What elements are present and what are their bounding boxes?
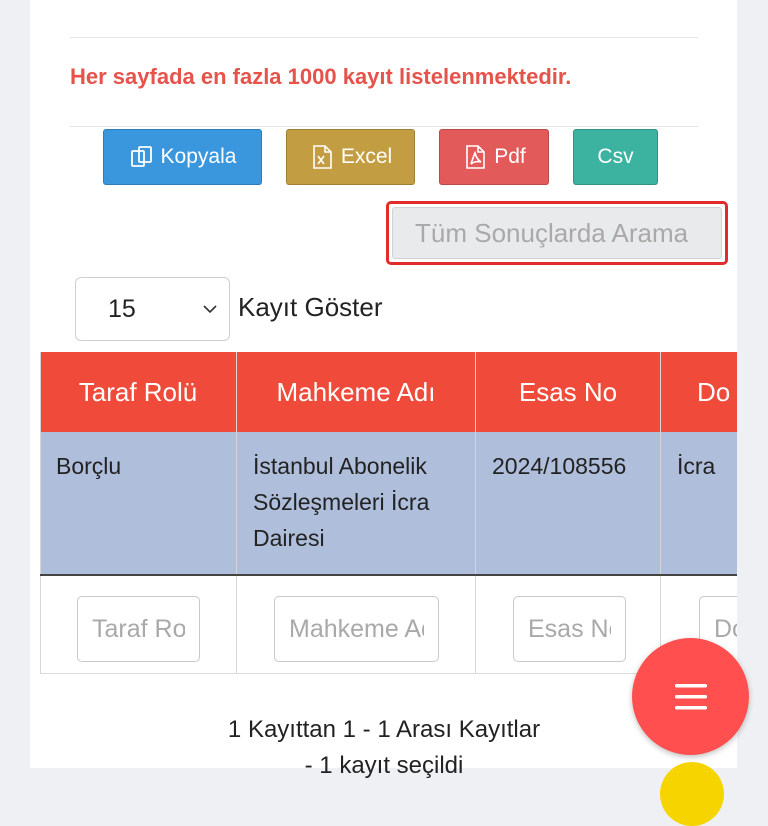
copy-icon: [130, 146, 152, 167]
search-box-highlight: [386, 201, 728, 265]
filter-cell: [40, 576, 236, 674]
csv-button[interactable]: Csv: [573, 129, 658, 185]
menu-icon: [674, 683, 707, 709]
search-input[interactable]: [392, 207, 722, 259]
chevron-down-icon: [203, 305, 217, 314]
divider: [475, 352, 476, 674]
table-cell: İstanbul Abonelik Sözleşmeleri İcra Dair…: [237, 432, 475, 574]
column-header[interactable]: Esas No: [476, 352, 660, 432]
page-size-value: 15: [108, 294, 136, 323]
excel-button[interactable]: Excel: [286, 129, 415, 185]
csv-button-label: Csv: [597, 145, 634, 168]
excel-icon: [313, 145, 332, 169]
divider-bottom: [70, 126, 698, 127]
row-separator: [40, 574, 737, 576]
pdf-button-label: Pdf: [494, 145, 526, 168]
excel-button-label: Excel: [340, 145, 393, 168]
column-header[interactable]: Mahkeme Adı: [237, 352, 475, 432]
table-border: [40, 673, 737, 674]
menu-fab-button[interactable]: [632, 638, 749, 755]
column-header[interactable]: Taraf Rolü: [40, 352, 236, 432]
secondary-fab[interactable]: [660, 762, 724, 826]
table-cell: Borçlu: [40, 432, 236, 574]
filter-cell: [476, 576, 660, 674]
page-size-label: Kayıt Göster: [238, 292, 383, 322]
record-limit-notice: Her sayfada en fazla 1000 kayıt listelen…: [70, 64, 572, 89]
column-dosya: Do İcra: [661, 352, 737, 674]
content-card: Her sayfada en fazla 1000 kayıt listelen…: [30, 0, 737, 768]
filter-cell: [237, 576, 475, 674]
divider-top: [70, 37, 698, 38]
filter-input-mahkeme-adi[interactable]: [274, 596, 439, 662]
results-table: Taraf Rolü Borçlu Mahkeme Adı İstanbul A…: [40, 352, 737, 674]
copy-button[interactable]: Kopyala: [103, 129, 262, 185]
column-mahkeme-adi: Mahkeme Adı İstanbul Abonelik Sözleşmele…: [237, 352, 475, 674]
table-cell: İcra: [661, 432, 737, 574]
page-size-select[interactable]: 15: [75, 277, 230, 341]
column-esas-no: Esas No 2024/108556: [476, 352, 660, 674]
selection-summary: - 1 kayıt seçildi: [304, 752, 464, 779]
copy-button-label: Kopyala: [160, 145, 237, 168]
filter-input-esas-no[interactable]: [513, 596, 626, 662]
pdf-button[interactable]: Pdf: [439, 129, 549, 185]
column-header[interactable]: Do: [661, 352, 737, 432]
table-cell: 2024/108556: [476, 432, 660, 574]
divider: [236, 352, 237, 674]
divider: [40, 352, 41, 674]
divider: [660, 352, 661, 674]
filter-input-taraf-rolu[interactable]: [77, 596, 200, 662]
pdf-icon: [466, 145, 486, 169]
column-taraf-rolu: Taraf Rolü Borçlu: [40, 352, 236, 674]
